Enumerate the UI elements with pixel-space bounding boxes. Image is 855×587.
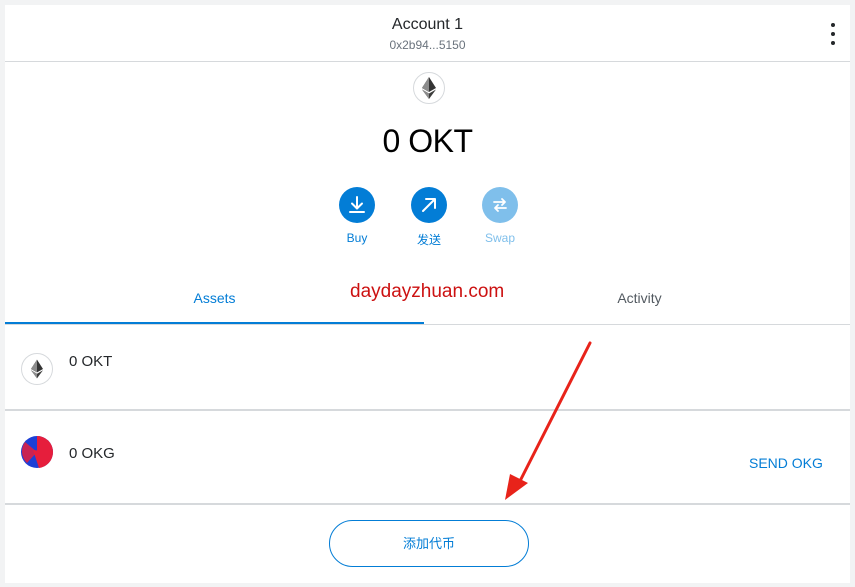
wallet-panel: Account 1 0x2b94...5150 0 OKT Buy 发送 Swa… bbox=[5, 5, 850, 583]
asset-row-okg[interactable]: 0 OKG SEND OKG bbox=[5, 411, 850, 505]
asset-amount-okt: 0 OKT bbox=[69, 353, 113, 370]
send-label: 发送 bbox=[416, 233, 441, 247]
send-button[interactable]: 发送 bbox=[399, 187, 459, 248]
asset-row-okt[interactable]: 0 OKT bbox=[5, 325, 850, 411]
send-okg-link[interactable]: SEND OKG bbox=[749, 455, 823, 471]
ethereum-icon bbox=[413, 72, 445, 104]
kebab-menu-icon[interactable] bbox=[825, 23, 841, 45]
okg-token-icon bbox=[21, 436, 54, 468]
arrow-up-right-icon bbox=[411, 187, 447, 223]
swap-label: Swap bbox=[484, 231, 516, 245]
buy-button[interactable]: Buy bbox=[327, 187, 387, 245]
asset-amount-okg: 0 OKG bbox=[69, 445, 115, 462]
watermark-text: daydayzhuan.com bbox=[350, 281, 505, 302]
ethereum-icon bbox=[21, 353, 53, 385]
swap-icon bbox=[482, 187, 518, 223]
download-icon bbox=[339, 187, 375, 223]
balance-amount: 0 OKT bbox=[382, 123, 473, 159]
account-name[interactable]: Account 1 bbox=[5, 16, 850, 34]
account-header: Account 1 0x2b94...5150 bbox=[5, 5, 850, 62]
swap-button[interactable]: Swap bbox=[470, 187, 530, 245]
account-address[interactable]: 0x2b94...5150 bbox=[5, 38, 850, 52]
buy-label: Buy bbox=[346, 231, 368, 245]
add-token-button[interactable]: 添加代币 bbox=[329, 520, 529, 567]
